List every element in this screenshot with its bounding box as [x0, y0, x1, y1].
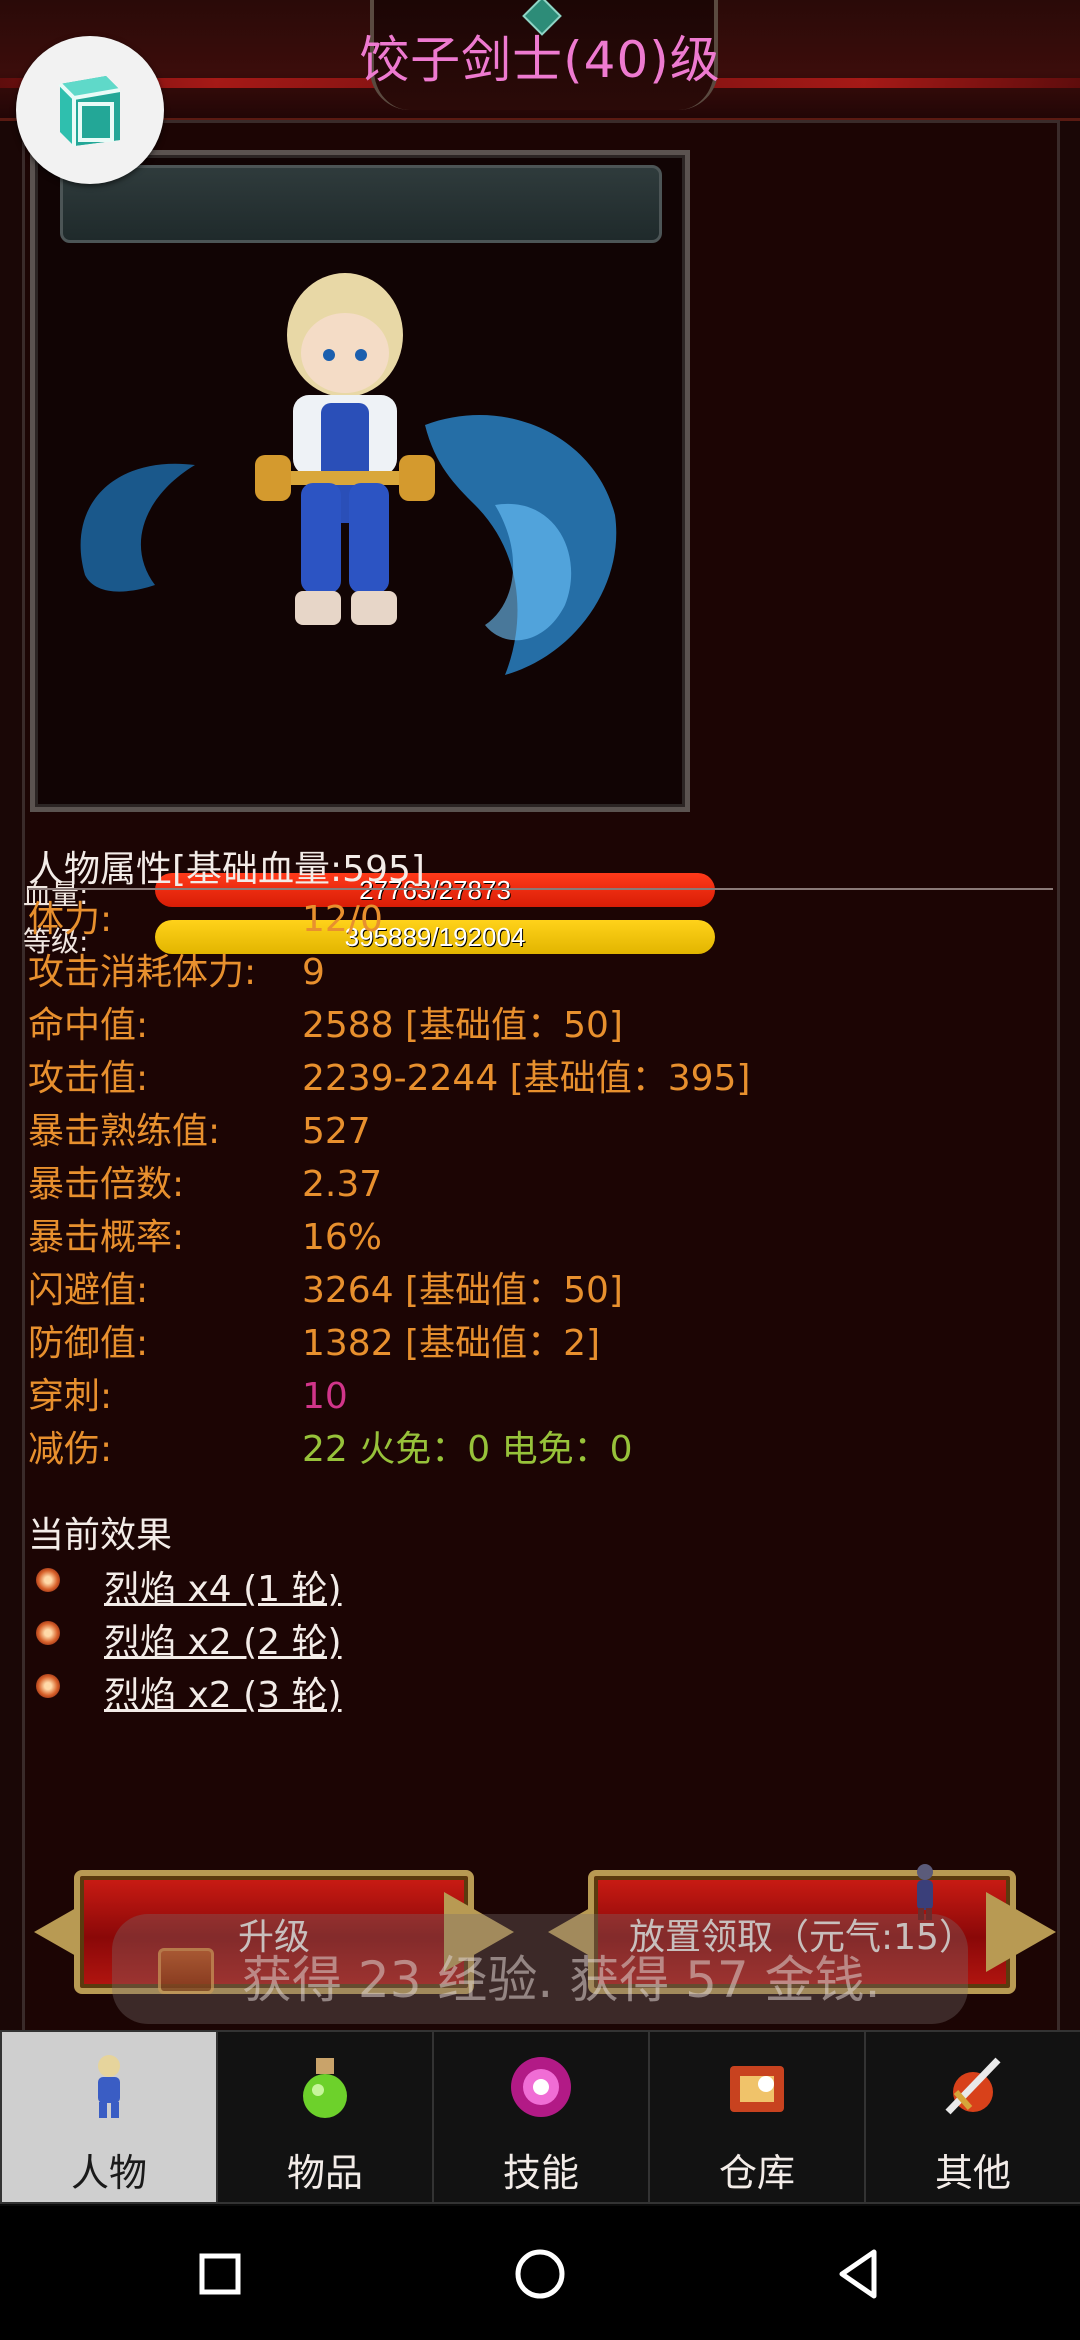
attribute-value: 16%: [302, 1217, 383, 1258]
attribute-value: 527: [302, 1111, 371, 1152]
attribute-key: 体力:: [28, 899, 113, 940]
attribute-row: 减伤: 22 火免：0 电免：0: [28, 1425, 1028, 1475]
attribute-row: 穿刺: 10: [28, 1372, 1028, 1422]
attribute-key: 闪避值:: [28, 1270, 149, 1311]
tab-label: 技能: [502, 2151, 579, 2195]
bottom-tab-bar: 人物 物品 技能 仓库 其他: [0, 2030, 1080, 2206]
cube-menu-button[interactable]: [16, 36, 164, 184]
tab-label: 人物: [70, 2151, 147, 2195]
attribute-row: 防御值: 1382 [基础值：2]: [28, 1319, 1028, 1369]
effect-link[interactable]: 烈焰 x4 (1 轮): [104, 1560, 342, 1612]
tab-other[interactable]: 其他: [864, 2030, 1080, 2204]
tab-warehouse[interactable]: 仓库: [648, 2030, 866, 2204]
effects-heading: 当前效果: [28, 1515, 173, 1556]
home-icon[interactable]: [504, 2238, 576, 2310]
sword-icon: [945, 2057, 1001, 2115]
attribute-key: 减伤:: [28, 1429, 113, 1470]
attribute-row: 暴击熟练值: 527: [28, 1107, 1028, 1157]
attribute-row: 闪避值: 3264 [基础值：50]: [28, 1266, 1028, 1316]
page-title: 饺子剑士(40)级: [359, 31, 721, 89]
attribute-key: 穿刺:: [28, 1376, 113, 1417]
attribute-value: 10: [302, 1376, 348, 1417]
system-navigation-bar: [0, 2206, 1080, 2340]
flame-effect-icon: [36, 1621, 60, 1645]
tab-label: 其他: [934, 2151, 1011, 2195]
attribute-key: 暴击概率:: [28, 1217, 185, 1258]
flame-effect-icon: [36, 1674, 60, 1698]
tab-skills[interactable]: 技能: [432, 2030, 650, 2204]
character-portrait-image: [80, 273, 617, 675]
portrait-name-plate: [60, 165, 662, 243]
effect-link[interactable]: 烈焰 x2 (3 轮): [104, 1666, 342, 1718]
app-screen: { "header": {"title": "饺子剑士(40)级"}, "sta…: [0, 0, 1080, 2340]
tab-label: 物品: [286, 2151, 363, 2195]
attribute-row: 命中值: 2588 [基础值：50]: [28, 1001, 1028, 1051]
attribute-row: 暴击倍数: 2.37: [28, 1160, 1028, 1210]
attributes-divider: [28, 888, 1053, 890]
recent-apps-icon[interactable]: [184, 2238, 256, 2310]
attribute-value: 2588 [基础值：50]: [302, 1005, 623, 1046]
attribute-row: 暴击概率: 16%: [28, 1213, 1028, 1263]
effect-link[interactable]: 烈焰 x2 (2 轮): [104, 1613, 342, 1665]
attribute-value: 2239-2244 [基础值：395]: [302, 1058, 751, 1099]
attribute-key: 暴击倍数:: [28, 1164, 185, 1205]
attribute-value: 1382 [基础值：2]: [302, 1323, 601, 1364]
toast-message: 获得 23 经验. 获得 57 金钱.: [242, 1951, 881, 2009]
flame-effect-icon: [36, 1568, 60, 1592]
reward-toast: 获得 23 经验. 获得 57 金钱.: [112, 1914, 968, 2024]
attribute-value: 9: [302, 952, 325, 993]
character-portrait-frame: 血量: 27763/27873 等级: 395889/192004: [23, 150, 715, 958]
skill-orb-icon: [511, 2057, 571, 2117]
attribute-key: 暴击熟练值:: [28, 1111, 221, 1152]
attributes-heading: 人物属性[基础血量:595]: [28, 849, 425, 890]
attribute-row: 攻击值: 2239-2244 [基础值：395]: [28, 1054, 1028, 1104]
tab-character[interactable]: 人物: [0, 2030, 218, 2204]
back-icon[interactable]: [824, 2238, 896, 2310]
attribute-key: 命中值:: [28, 1005, 149, 1046]
warehouse-icon: [730, 2066, 784, 2112]
potion-icon: [303, 2058, 347, 2118]
attribute-row: 体力: 12/0: [28, 895, 1028, 945]
treasure-chest-icon: [158, 1948, 214, 1994]
attribute-value: 22 火免：0 电免：0: [302, 1429, 633, 1470]
attribute-row: 攻击消耗体力: 9: [28, 948, 1028, 998]
attribute-value: 3264 [基础值：50]: [302, 1270, 623, 1311]
attribute-value: 2.37: [302, 1164, 383, 1205]
character-icon: [98, 2055, 120, 2118]
attribute-key: 攻击消耗体力:: [28, 952, 257, 993]
cube-icon: [58, 76, 121, 146]
attribute-key: 防御值:: [28, 1323, 149, 1364]
attribute-value: 12/0: [302, 899, 383, 940]
attribute-key: 攻击值:: [28, 1058, 149, 1099]
mini-character-icon: [917, 1864, 933, 1920]
tab-items[interactable]: 物品: [216, 2030, 434, 2204]
tab-label: 仓库: [718, 2151, 795, 2195]
